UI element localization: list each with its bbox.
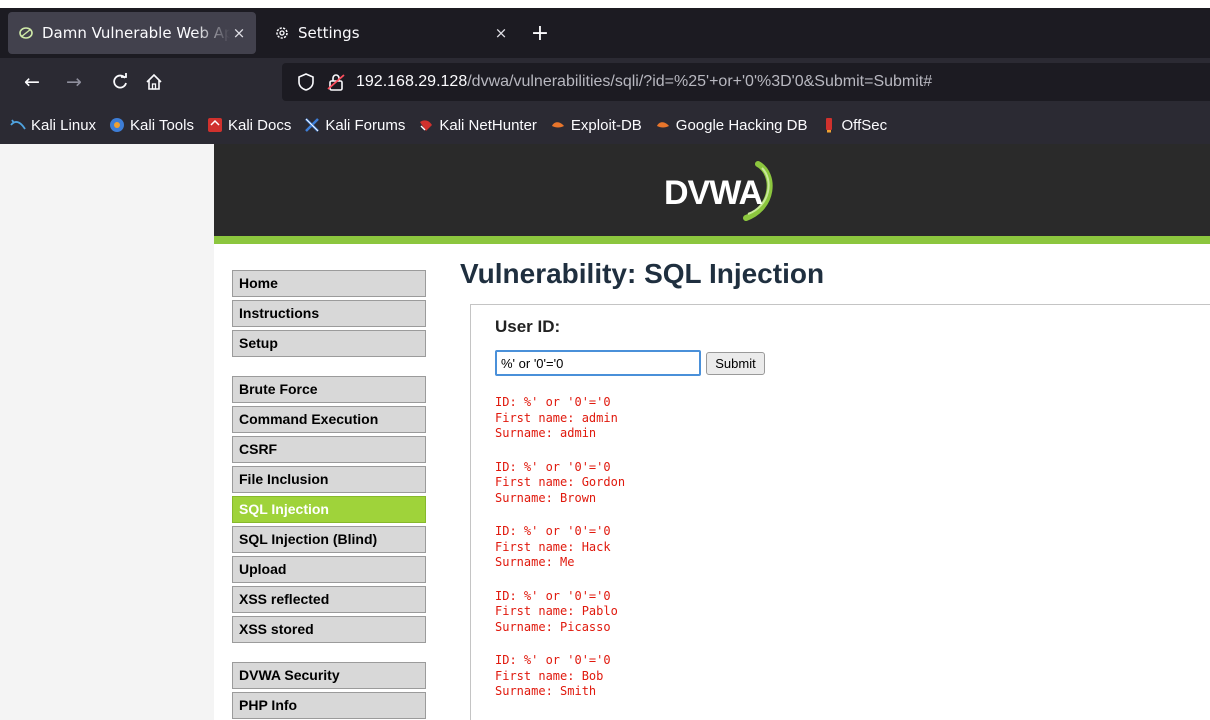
home-icon [146,73,162,90]
query-results: ID: %' or '0'='0 First name: admin Surname… [495,395,625,718]
home-button[interactable] [140,68,168,96]
page-viewport: DVWA Home Instructions Setup Brute Force… [0,144,1210,720]
result-surname: Surname: Picasso [495,619,611,634]
bookmark-label: Kali Docs [227,116,292,134]
bookmark-kali-nethunter[interactable]: Kali NetHunter [418,117,537,134]
result-surname: Surname: Smith [495,684,597,698]
result-id: ID: %' or '0'='0 [495,395,611,409]
menu-spacer [232,360,426,376]
result-first-name: First name: Bob [495,668,604,683]
bookmark-kali-docs[interactable]: Kali Docs [207,117,291,134]
bookmark-google-hacking-db[interactable]: Google Hacking DB [655,117,808,134]
bookmark-label: OffSec [841,116,888,134]
result-record: ID: %' or '0'='0 First name: Hack Surname:… [495,524,625,571]
address-bar[interactable]: 192.168.29.128/dvwa/vulnerabilities/sqli… [282,63,1210,101]
menu-spacer [232,646,426,662]
tab-settings[interactable]: Settings × [264,12,518,54]
result-first-name: First name: admin [495,410,618,425]
result-id: ID: %' or '0'='0 [495,588,611,603]
menu-item-sql-injection[interactable]: SQL Injection [232,496,426,523]
url-path: /dvwa/vulnerabilities/sqli/?id=%25'+or+'… [467,73,933,90]
result-surname: Surname: admin [495,426,597,440]
shield-icon[interactable] [296,72,316,92]
bookmark-label: Kali Linux [31,116,97,134]
menu-item-command-execution[interactable]: Command Execution [232,406,426,433]
bookmark-offsec[interactable]: OffSec [821,116,888,134]
tab-dvwa[interactable]: Damn Vulnerable Web Ap × [8,12,256,54]
menu-item-upload[interactable]: Upload [232,556,426,583]
result-record: ID: %' or '0'='0 First name: Gordon Surnam… [495,460,625,507]
dvwa-header: DVWA [214,144,1210,236]
result-surname: Surname: Me [495,555,575,569]
forward-button[interactable]: → [60,68,88,96]
offsec-icon [825,118,832,133]
tab-title: Settings [298,24,360,42]
menu-item-php-info[interactable]: PHP Info [232,692,426,719]
bookmarks-toolbar: Kali Linux Kali Tools Kali Docs Kali For… [0,106,1210,144]
result-id: ID: %' or '0'='0 [495,524,611,538]
result-record: ID: %' or '0'='0 First name: Bob Surname: … [495,653,625,700]
bookmark-label: Kali Forums [325,116,406,134]
bookmark-kali-linux[interactable]: Kali Linux [10,117,96,134]
bookmark-exploit-db[interactable]: Exploit-DB [550,117,642,134]
result-id: ID: %' or '0'='0 [495,459,611,474]
new-tab-button[interactable]: + [526,21,554,49]
menu-item-home[interactable]: Home [232,270,426,297]
kali-forums-icon [305,118,320,132]
tab-bar: Damn Vulnerable Web Ap × Settings × + [0,8,1210,58]
bookmark-label: Kali Tools [130,116,194,134]
window-top-strip [0,0,1210,8]
bookmark-kali-tools[interactable]: Kali Tools [109,117,194,134]
menu-item-xss-reflected[interactable]: XSS reflected [232,586,426,613]
user-id-label: User ID: [495,317,561,336]
google-hacking-db-icon [656,122,669,128]
kali-tools-icon [110,118,125,132]
reload-button[interactable] [106,68,134,96]
reload-icon [113,73,127,89]
result-surname: Surname: Brown [495,490,597,505]
result-record: ID: %' or '0'='0 First name: admin Surname… [495,395,625,442]
page-title: Vulnerability: SQL Injection [460,258,825,289]
navigation-bar: ← → 192.168.29.128/dvwa/vulnerabilities/… [0,58,1210,106]
main-body: Vulnerability: SQL Injection User ID: %'… [460,254,1210,720]
exploit-db-icon [551,122,564,128]
bookmark-label: Google Hacking DB [675,116,808,134]
back-button[interactable]: ← [18,68,46,96]
url-text[interactable]: 192.168.29.128/dvwa/vulnerabilities/sqli… [356,73,932,91]
close-tab-icon[interactable]: × [492,24,510,42]
result-first-name: First name: Pablo [495,604,618,618]
dvwa-logo: DVWA [664,161,773,221]
bookmark-label: Exploit-DB [570,116,642,134]
vulnerable-code-area: User ID: %' or '0'='0 Submit ID: %' or '… [470,304,1210,720]
menu-item-csrf[interactable]: CSRF [232,436,426,463]
menu-item-instructions[interactable]: Instructions [232,300,426,327]
header-accent-line [214,236,1210,244]
menu-item-file-inclusion[interactable]: File Inclusion [232,466,426,493]
kali-docs-icon [207,118,222,132]
dvwa-menu: Home Instructions Setup Brute Force Comm… [232,270,426,720]
dvwa-favicon-icon [19,27,33,39]
menu-item-xss-stored[interactable]: XSS stored [232,616,426,643]
insecure-lock-icon[interactable] [326,72,346,92]
submit-button[interactable]: Submit [706,352,765,375]
menu-item-brute-force[interactable]: Brute Force [232,376,426,403]
dvwa-container: DVWA Home Instructions Setup Brute Force… [214,144,1210,720]
bookmark-label: Kali NetHunter [439,116,537,134]
result-first-name: First name: Gordon [495,475,626,489]
kali-dragon-icon [10,119,26,130]
menu-item-dvwa-security[interactable]: DVWA Security [232,662,426,689]
result-id: ID: %' or '0'='0 [495,653,611,667]
menu-item-setup[interactable]: Setup [232,330,426,357]
bookmark-kali-forums[interactable]: Kali Forums [304,117,405,134]
tab-title: Damn Vulnerable Web Ap [42,24,230,42]
gear-icon [276,27,288,39]
logo-text: DVWA [664,174,762,212]
close-tab-icon[interactable]: × [230,24,248,42]
result-record: ID: %' or '0'='0 First name: Pablo Surname… [495,589,625,636]
menu-item-sql-injection-blind[interactable]: SQL Injection (Blind) [232,526,426,553]
user-id-input[interactable]: %' or '0'='0 [495,350,701,376]
result-first-name: First name: Hack [495,539,611,554]
kali-nethunter-icon [420,120,433,131]
url-host: 192.168.29.128 [356,73,468,90]
